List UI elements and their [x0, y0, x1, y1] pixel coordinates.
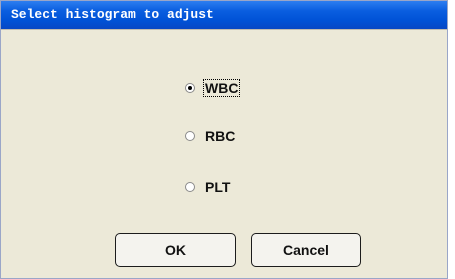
cancel-button[interactable]: Cancel [251, 233, 361, 267]
histogram-select-dialog: Select histogram to adjust WBC RBC PLT O… [0, 0, 448, 279]
radio-option-plt[interactable]: PLT [185, 178, 232, 196]
dialog-title: Select histogram to adjust [11, 7, 214, 22]
radio-option-rbc[interactable]: RBC [185, 127, 237, 145]
dialog-title-bar: Select histogram to adjust [1, 1, 447, 29]
radio-button-checked-icon[interactable] [185, 83, 195, 93]
radio-label-rbc: RBC [205, 128, 236, 144]
radio-button-icon[interactable] [185, 131, 195, 141]
radio-button-icon[interactable] [185, 182, 195, 192]
radio-label-wbc: WBC [203, 79, 241, 97]
radio-label-plt: PLT [205, 179, 231, 195]
ok-button[interactable]: OK [115, 233, 236, 267]
radio-option-wbc[interactable]: WBC [185, 79, 241, 97]
